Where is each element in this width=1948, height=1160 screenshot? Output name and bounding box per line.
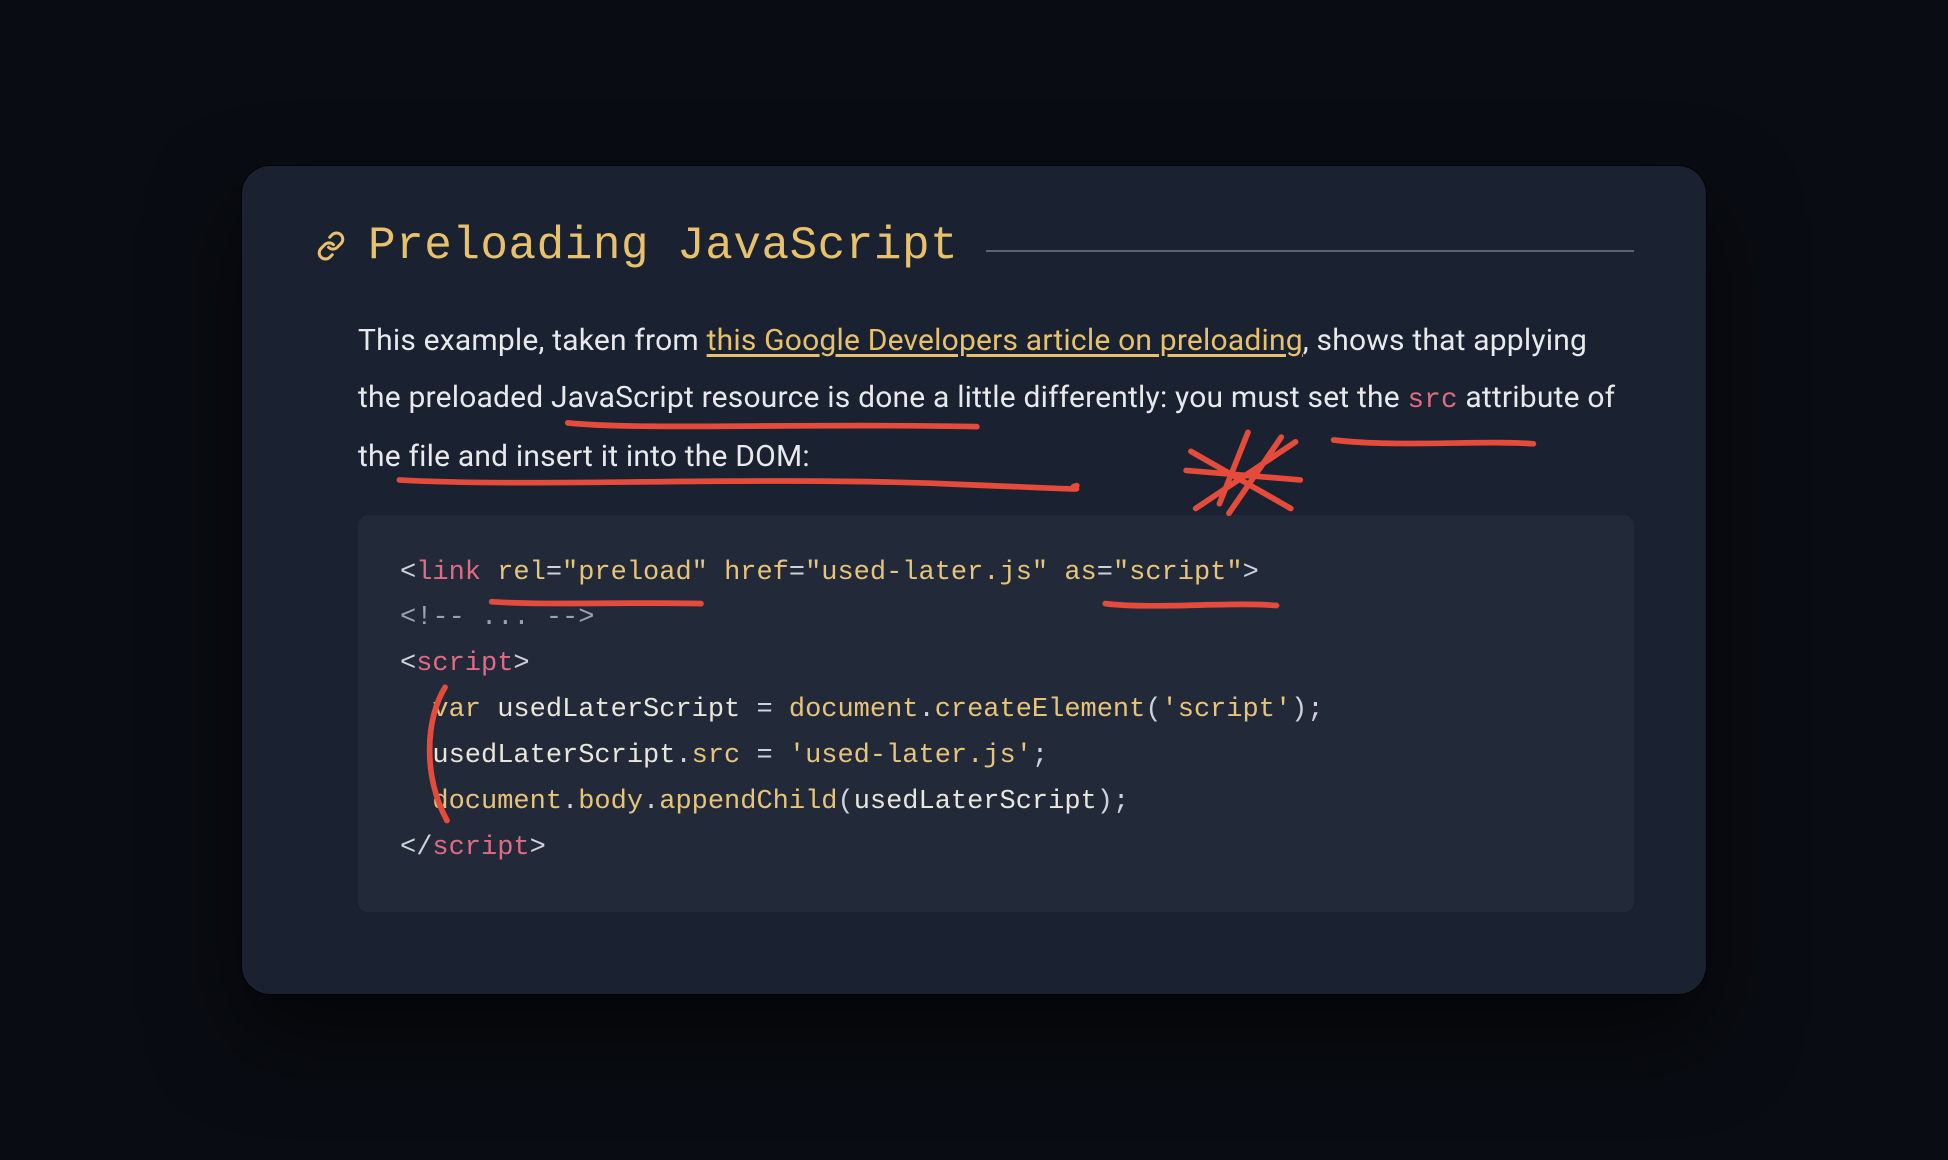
token-punct: = (756, 695, 772, 725)
token-punct: ( (837, 787, 853, 817)
token-punct: ; (1113, 787, 1129, 817)
token-punct: < (400, 558, 416, 588)
token-ident: usedLaterScript (432, 741, 675, 771)
token-ident: document (432, 787, 562, 817)
token-tag: script (416, 649, 513, 679)
token-punct: < (400, 649, 416, 679)
token-punct: ; (1032, 741, 1048, 771)
code-block: <link rel="preload" href="used-later.js"… (358, 515, 1634, 912)
token-punct: = (789, 558, 805, 588)
token-string: "used-later.js" (805, 558, 1048, 588)
token-attr: rel (497, 558, 546, 588)
token-punct: = (546, 558, 562, 588)
para-text: This example, taken from (358, 323, 707, 358)
token-comment: <!-- ... --> (400, 603, 594, 633)
token-attr: as (1064, 558, 1096, 588)
heading-rule (986, 250, 1634, 252)
token-ident: src (692, 741, 741, 771)
token-punct: ( (1145, 695, 1161, 725)
token-punct: > (513, 649, 529, 679)
section-heading-row: Preloading JavaScript (314, 220, 1634, 272)
token-punct: ; (1307, 695, 1323, 725)
token-punct: . (675, 741, 691, 771)
token-space (773, 695, 789, 725)
intro-paragraph: This example, taken from this Google Dev… (358, 312, 1634, 484)
token-string: 'used-later.js' (789, 741, 1032, 771)
token-punct: . (562, 787, 578, 817)
code-line: document.body.appendChild(usedLaterScrip… (400, 780, 1592, 826)
token-indent (400, 695, 432, 725)
token-indent (400, 787, 432, 817)
token-indent (400, 741, 432, 771)
token-space (481, 558, 497, 588)
token-ident: createElement (935, 695, 1146, 725)
token-tag: script (432, 833, 529, 863)
token-ident: usedLaterScript (497, 695, 740, 725)
token-punct: </ (400, 833, 432, 863)
code-line: <!-- ... --> (400, 596, 1592, 642)
article-card: Preloading JavaScript This example, take… (242, 166, 1706, 994)
token-ident: usedLaterScript (854, 787, 1097, 817)
code-line: var usedLaterScript = document.createEle… (400, 688, 1592, 734)
token-space (481, 695, 497, 725)
token-ident: body (578, 787, 643, 817)
token-punct: . (643, 787, 659, 817)
token-ident: document (789, 695, 919, 725)
token-space (740, 695, 756, 725)
token-punct: = (1097, 558, 1113, 588)
link-icon[interactable] (314, 229, 348, 263)
inline-code-src: src (1407, 385, 1457, 416)
code-line: </script> (400, 826, 1592, 872)
token-space (708, 558, 724, 588)
token-punct: . (919, 695, 935, 725)
token-string: 'script' (1162, 695, 1292, 725)
token-keyword: var (432, 695, 481, 725)
token-ident: appendChild (659, 787, 837, 817)
code-line: <script> (400, 642, 1592, 688)
token-punct: ) (1097, 787, 1113, 817)
token-tag: link (416, 558, 481, 588)
code-line: usedLaterScript.src = 'used-later.js'; (400, 734, 1592, 780)
token-punct: ) (1291, 695, 1307, 725)
token-space (773, 741, 789, 771)
token-string: "script" (1113, 558, 1243, 588)
token-string: "preload" (562, 558, 708, 588)
token-punct: > (530, 833, 546, 863)
token-attr: href (724, 558, 789, 588)
token-punct: > (1243, 558, 1259, 588)
code-line: <link rel="preload" href="used-later.js"… (400, 551, 1592, 597)
token-space (740, 741, 756, 771)
token-space (1048, 558, 1064, 588)
section-heading: Preloading JavaScript (368, 220, 958, 272)
token-punct: = (756, 741, 772, 771)
external-link[interactable]: this Google Developers article on preloa… (707, 323, 1303, 358)
